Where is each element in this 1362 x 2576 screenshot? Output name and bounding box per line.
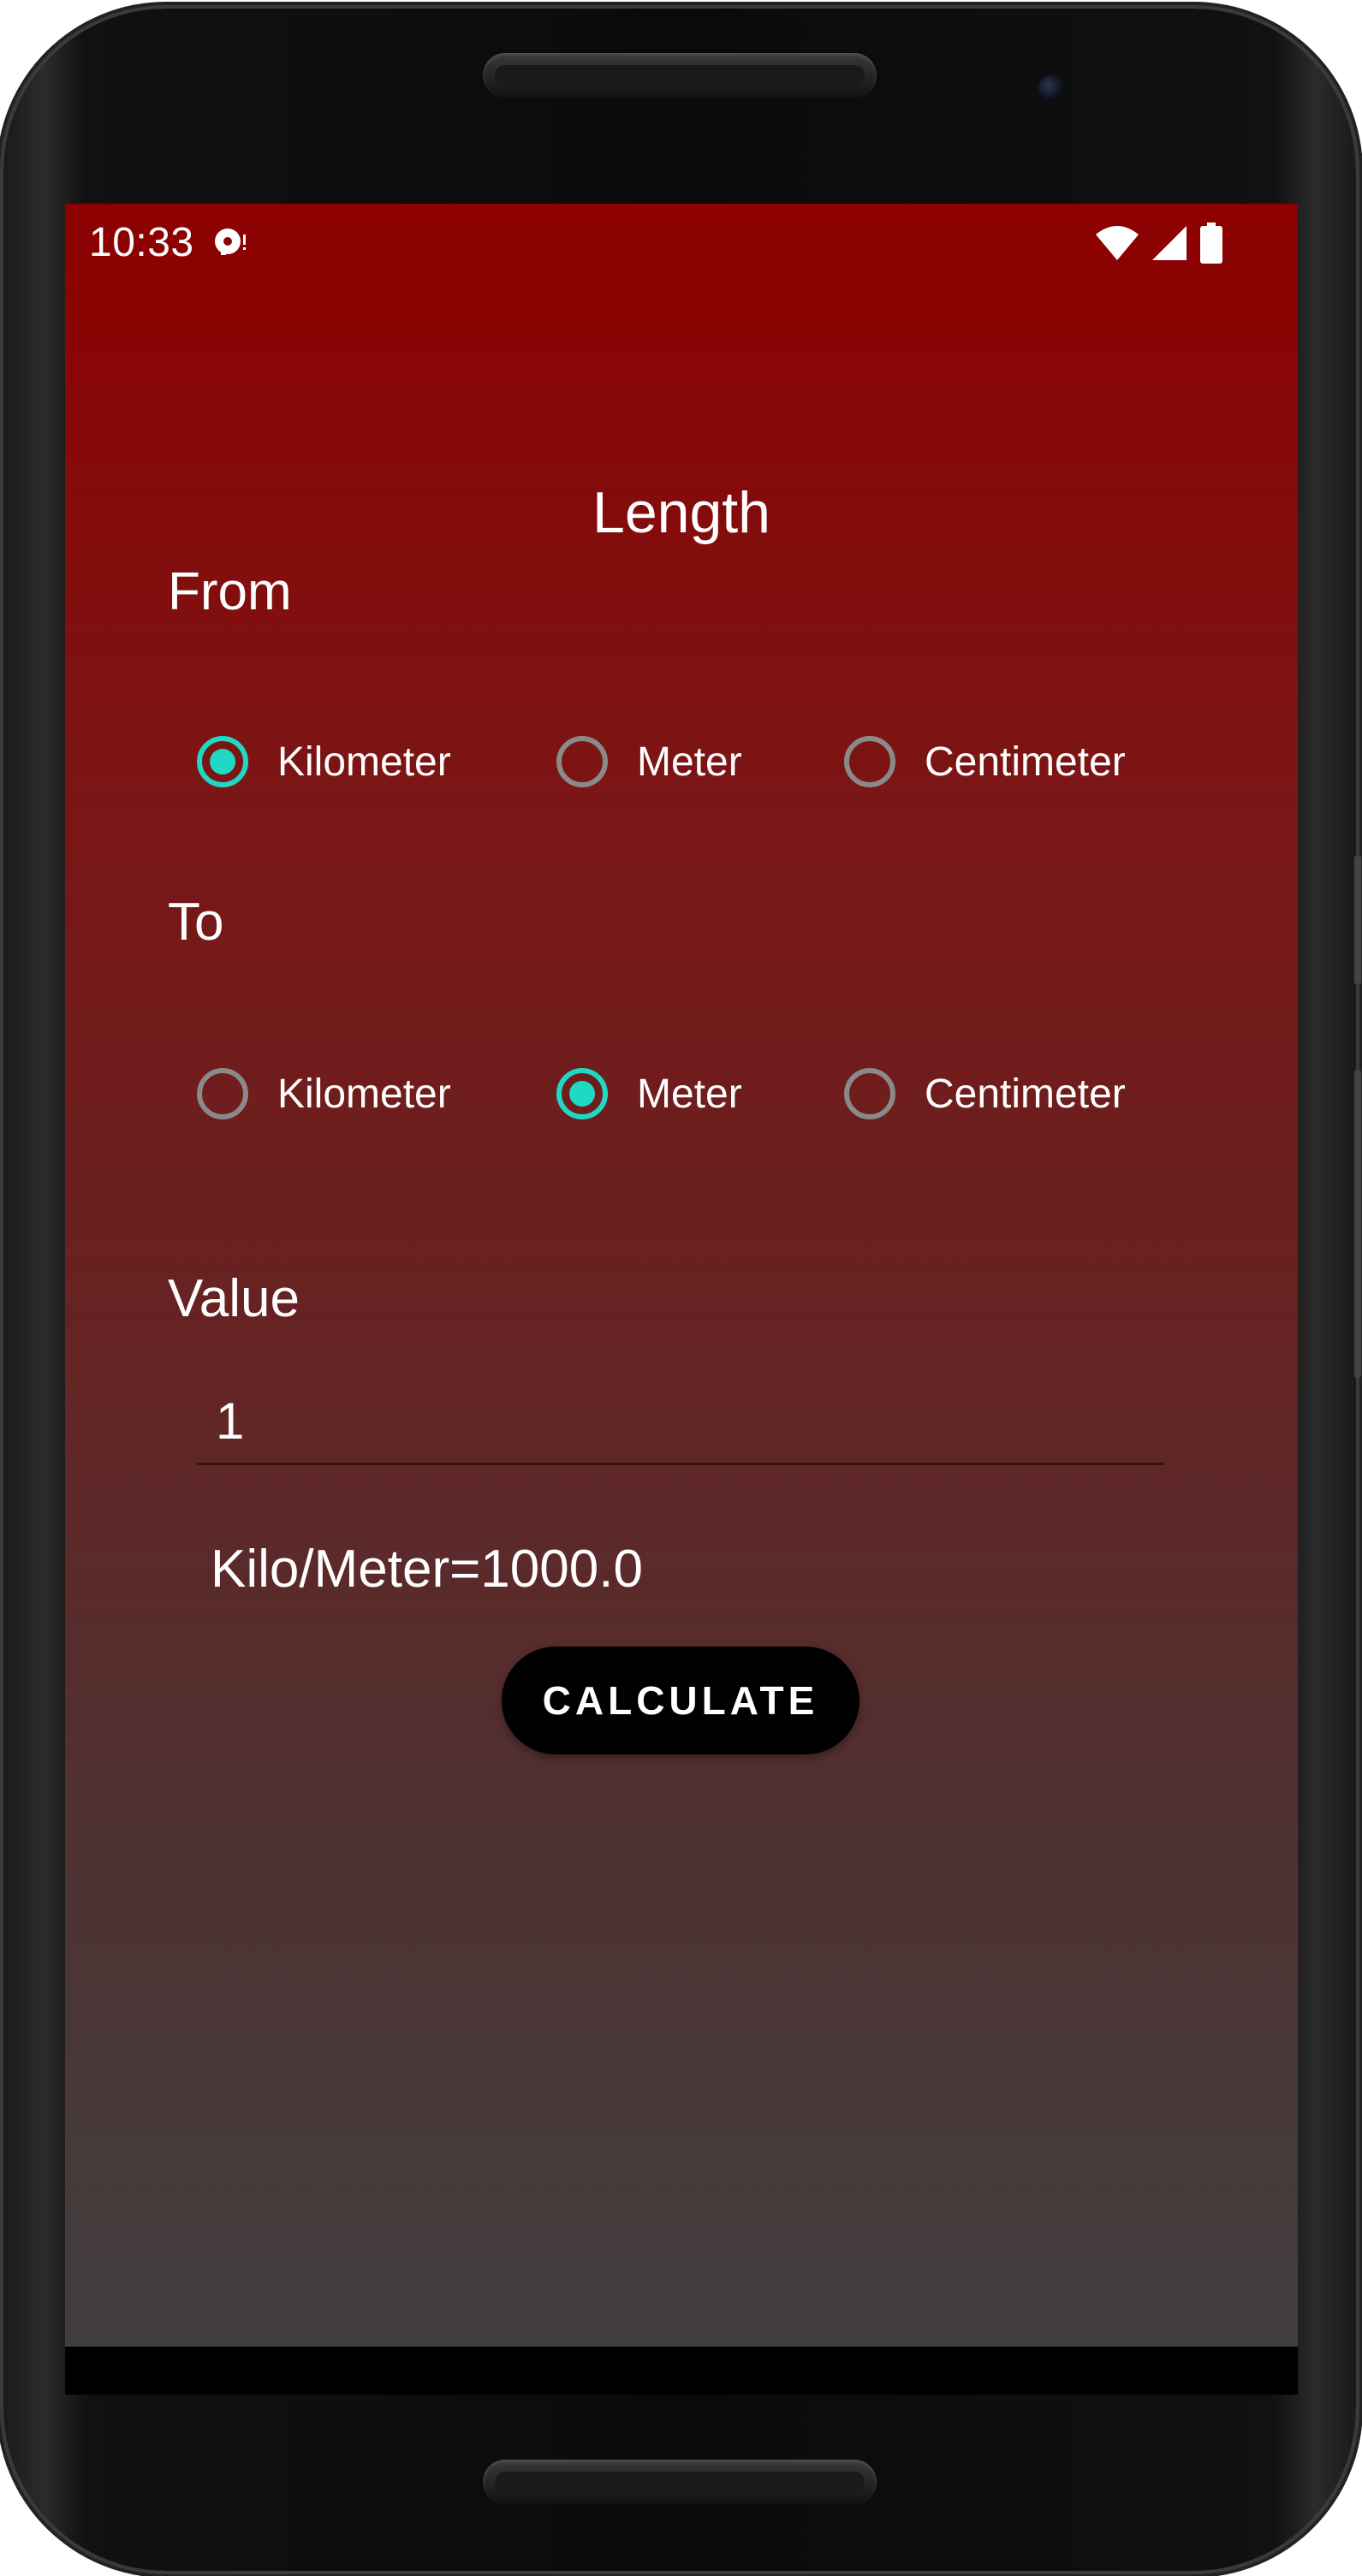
from-radio-group: Kilometer Meter Centimeter [197, 727, 1224, 796]
top-speaker [483, 53, 877, 98]
battery-icon [1200, 223, 1222, 268]
radio-label: Centimeter [925, 1071, 1126, 1117]
wifi-icon [1096, 224, 1139, 266]
radio-label: Centimeter [925, 739, 1126, 785]
value-label: Value [168, 1269, 300, 1328]
status-time: 10:33 [89, 220, 194, 265]
media-notification-icon [212, 223, 250, 260]
radio-label: Kilometer [277, 739, 451, 785]
to-radio-meter[interactable]: Meter [556, 1059, 742, 1128]
signal-icon [1151, 224, 1188, 266]
power-button [1354, 856, 1361, 984]
to-radio-group: Kilometer Meter Centimeter [197, 1059, 1224, 1128]
from-radio-centimeter[interactable]: Centimeter [844, 727, 1126, 796]
app-screen: 10:33 Length From Kilometer Meter Centim… [65, 204, 1298, 2395]
radio-circle [844, 1068, 895, 1119]
status-icons [1096, 223, 1222, 268]
front-camera [1038, 75, 1064, 101]
radio-circle [197, 1068, 248, 1119]
status-bar: 10:33 [65, 204, 1298, 281]
radio-label: Meter [637, 739, 742, 785]
radio-circle [556, 1068, 608, 1119]
result-text: Kilo/Meter=1000.0 [211, 1540, 643, 1599]
radio-circle [844, 736, 895, 787]
to-label: To [168, 893, 224, 952]
volume-button [1354, 1070, 1361, 1378]
radio-circle [556, 736, 608, 787]
to-radio-centimeter[interactable]: Centimeter [844, 1059, 1126, 1128]
radio-label: Meter [637, 1071, 742, 1117]
bottom-speaker [483, 2460, 877, 2504]
from-radio-kilometer[interactable]: Kilometer [197, 727, 451, 796]
radio-label: Kilometer [277, 1071, 451, 1117]
value-input[interactable] [197, 1380, 1164, 1465]
radio-circle [197, 736, 248, 787]
calculate-button[interactable]: CALCULATE [502, 1647, 859, 1754]
from-radio-meter[interactable]: Meter [556, 727, 742, 796]
from-label: From [168, 562, 292, 621]
to-radio-kilometer[interactable]: Kilometer [197, 1059, 451, 1128]
page-title: Length [592, 480, 770, 545]
navigation-bar [65, 2347, 1298, 2395]
